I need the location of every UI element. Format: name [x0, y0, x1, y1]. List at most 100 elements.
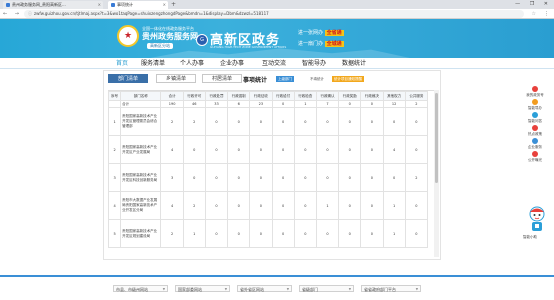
table-row[interactable]: 2 贵阳国家高新技术产业开发区产业发展局 4 0 0 0 0 0 0 0 0 0 4 0	[108, 135, 429, 164]
count-cell[interactable]: 0	[204, 107, 229, 136]
footer-select-dept[interactable]: 省级部门 ▼	[299, 285, 354, 292]
tab-village-list[interactable]: 村居清单	[202, 74, 242, 83]
close-tab-icon[interactable]: ×	[98, 1, 101, 9]
count-cell[interactable]: 0	[360, 107, 384, 136]
count-cell[interactable]: 0	[338, 135, 362, 164]
count-cell[interactable]: 3	[160, 163, 184, 192]
count-cell[interactable]: 0	[315, 163, 340, 192]
count-cell[interactable]: 0	[249, 219, 273, 248]
nav-home[interactable]: 首页	[116, 58, 128, 69]
count-cell[interactable]: 2	[182, 191, 206, 220]
count-cell[interactable]: 0	[315, 135, 340, 164]
footer-select-ministry[interactable]: 国家部委网站 ▼	[175, 285, 230, 292]
count-cell[interactable]: 0	[204, 135, 229, 164]
count-cell[interactable]: 4	[382, 135, 406, 164]
count-cell[interactable]: 0	[293, 107, 317, 136]
department-name[interactable]: 贵阳国家高新技术产业开发区管理委员会综合管理部	[120, 107, 162, 136]
count-cell[interactable]: 1	[182, 219, 206, 248]
float-item[interactable]: 热点政策	[522, 125, 548, 138]
count-cell[interactable]: 0	[360, 100, 384, 108]
nav-service-list[interactable]: 服务清单	[141, 58, 165, 69]
scrollbar-thumb[interactable]	[435, 93, 438, 183]
float-item[interactable]: 公开曝光	[522, 151, 548, 164]
count-cell[interactable]: 0	[271, 219, 295, 248]
count-cell[interactable]: 0	[271, 100, 295, 108]
browser-menu-icon[interactable]: ⋮	[544, 10, 549, 18]
nav-enterprise[interactable]: 企业办事	[220, 58, 244, 69]
count-cell[interactable]: 2	[404, 100, 429, 108]
count-cell[interactable]: 0	[404, 107, 429, 136]
department-name[interactable]: 贵阳国家高新技术产业开发区科技创新服务局	[120, 163, 162, 192]
count-cell[interactable]: 0	[249, 163, 273, 192]
count-cell[interactable]: 0	[293, 219, 317, 248]
count-cell[interactable]: 0	[382, 107, 406, 136]
count-cell[interactable]: 33	[204, 100, 229, 108]
count-cell[interactable]: 0	[271, 191, 295, 220]
count-cell[interactable]: 0	[249, 191, 273, 220]
table-row[interactable]: 5 贵阳国家高新技术产业开发区规划建设局 2 1 0 0 0 0 0 0 0 0 1 0	[108, 219, 429, 248]
count-cell[interactable]: 0	[227, 191, 251, 220]
count-cell[interactable]: 1	[293, 100, 317, 108]
count-cell[interactable]: 0	[204, 219, 229, 248]
stats-table-container[interactable]: 序号 部门名称 合计 行政许可 行政处罚 行政强制 行政征收 行政给付 行政检查 行政确认 行政奖励…	[108, 90, 434, 257]
browser-tab-active[interactable]: 事项统计 ×	[108, 1, 168, 9]
count-cell[interactable]: 0	[204, 163, 229, 192]
count-cell[interactable]: 0	[293, 191, 317, 220]
url-field[interactable]: ⓘ zwfw.guizhou.gov.cn/tjtlmaj.aspx?t=3&wo…	[24, 10, 524, 18]
count-cell[interactable]: 2	[160, 107, 184, 136]
table-row[interactable]: 1 贵阳国家高新技术产业开发区管理委员会综合管理部 2 2 0 0 0 0 0 0 0 0 0 0	[108, 107, 429, 136]
count-cell[interactable]: 4	[160, 135, 184, 164]
count-cell[interactable]: 0	[404, 135, 429, 164]
count-cell[interactable]: 0	[338, 100, 362, 108]
footer-select-province[interactable]: 省外省区网站 ▼	[237, 285, 292, 292]
count-cell[interactable]: 0	[360, 191, 384, 220]
float-item[interactable]: 企业服务	[522, 138, 548, 151]
count-cell[interactable]: 23	[249, 100, 273, 108]
new-tab-button[interactable]: +	[171, 1, 176, 9]
footer-select-platform[interactable]: 省省政府部门平台 ▼	[361, 285, 421, 292]
count-cell[interactable]: 0	[271, 135, 295, 164]
count-cell[interactable]: 0	[360, 219, 384, 248]
float-item[interactable]: 智能问答	[522, 112, 548, 125]
department-name[interactable]: 贵阳市大数据产业发展局贵阳国家高新技术产业开发区分局	[120, 191, 162, 220]
department-name[interactable]: 贵阳国家高新技术产业开发区规划建设局	[120, 219, 162, 248]
count-cell[interactable]: 12	[382, 100, 406, 108]
count-cell[interactable]: 0	[271, 107, 295, 136]
browser-tab[interactable]: 贵州政务服务网_贵阳高新区... ×	[3, 1, 103, 9]
count-cell[interactable]: 0	[293, 163, 317, 192]
count-cell[interactable]: 0	[338, 219, 362, 248]
table-row[interactable]: 3 贵阳国家高新技术产业开发区科技创新服务局 3 0 0 0 0 0 0 0 0 0 0 2	[108, 163, 429, 192]
count-cell[interactable]: 0	[293, 135, 317, 164]
count-cell[interactable]: 0	[227, 163, 251, 192]
count-cell[interactable]: 0	[182, 163, 206, 192]
count-cell[interactable]: 1	[382, 219, 406, 248]
float-item[interactable]: 我的政务号	[522, 86, 548, 99]
count-cell[interactable]: 0	[404, 191, 429, 220]
robot-assistant-icon[interactable]	[527, 205, 547, 235]
count-cell[interactable]: 0	[227, 107, 251, 136]
count-cell[interactable]: 0	[360, 135, 384, 164]
table-row[interactable]: 4 贵阳市大数据产业发展局贵阳国家高新技术产业开发区分局 4 2 0 0 0 0 0 1 0 0 1 0	[108, 191, 429, 220]
count-cell[interactable]: 0	[338, 107, 362, 136]
count-cell[interactable]: 0	[315, 107, 340, 136]
count-cell[interactable]: 0	[204, 191, 229, 220]
count-cell[interactable]: 190	[160, 100, 184, 108]
bookmark-star-icon[interactable]: ☆	[532, 10, 536, 18]
count-cell[interactable]: 0	[271, 163, 295, 192]
count-cell[interactable]: 1	[382, 191, 406, 220]
count-cell[interactable]: 0	[227, 219, 251, 248]
count-cell[interactable]: 0	[249, 135, 273, 164]
nav-interaction[interactable]: 互动交流	[262, 58, 286, 69]
nav-smart-guide[interactable]: 智能导办	[302, 58, 326, 69]
count-cell[interactable]: 4	[160, 191, 184, 220]
count-cell[interactable]: 0	[338, 163, 362, 192]
count-cell[interactable]: 2	[160, 219, 184, 248]
window-controls[interactable]: — ❐ ✕	[515, 0, 552, 9]
department-name[interactable]: 贵阳国家高新技术产业开发区产业发展局	[120, 135, 162, 164]
count-cell[interactable]: 46	[182, 100, 206, 108]
count-cell[interactable]: 0	[360, 163, 384, 192]
count-cell[interactable]: 0	[249, 107, 273, 136]
count-cell[interactable]: 2	[404, 163, 429, 192]
count-cell[interactable]: 1	[315, 191, 340, 220]
count-cell[interactable]: 7	[315, 100, 340, 108]
